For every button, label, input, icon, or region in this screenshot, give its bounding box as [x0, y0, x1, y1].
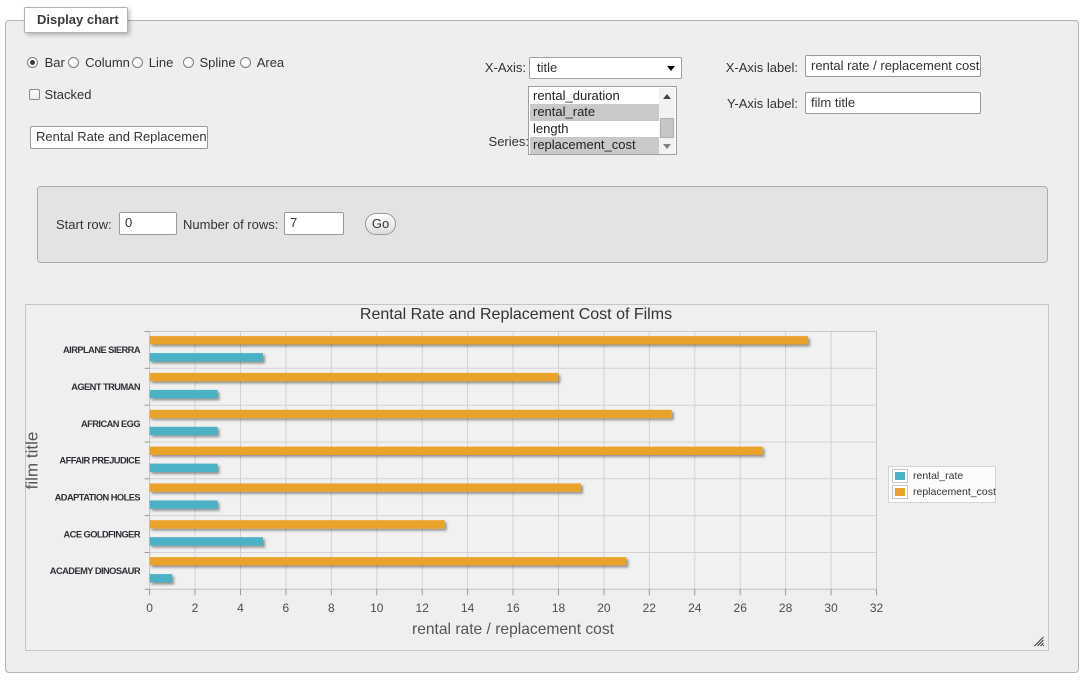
svg-text:4: 4 — [237, 601, 244, 615]
svg-text:14: 14 — [461, 601, 475, 615]
svg-text:ADAPTATION HOLES: ADAPTATION HOLES — [55, 492, 141, 502]
svg-text:6: 6 — [283, 601, 290, 615]
svg-text:22: 22 — [643, 601, 657, 615]
svg-text:ACE GOLDFINGER: ACE GOLDFINGER — [64, 529, 141, 539]
svg-text:rental_rate: rental_rate — [913, 470, 963, 482]
svg-text:rental rate / replacement cost: rental rate / replacement cost — [412, 621, 615, 638]
svg-text:Rental Rate and Replacement Co: Rental Rate and Replacement Cost of Film… — [360, 306, 672, 323]
svg-text:32: 32 — [870, 601, 884, 615]
svg-text:28: 28 — [779, 601, 793, 615]
svg-text:0: 0 — [146, 601, 153, 615]
svg-text:26: 26 — [734, 601, 748, 615]
svg-text:12: 12 — [416, 601, 430, 615]
svg-text:AFRICAN EGG: AFRICAN EGG — [81, 419, 140, 429]
svg-text:24: 24 — [688, 601, 702, 615]
svg-text:20: 20 — [597, 601, 611, 615]
svg-text:ACADEMY DINOSAUR: ACADEMY DINOSAUR — [50, 566, 141, 576]
svg-text:30: 30 — [824, 601, 838, 615]
svg-text:8: 8 — [328, 601, 335, 615]
svg-text:AGENT TRUMAN: AGENT TRUMAN — [71, 382, 141, 392]
svg-text:2: 2 — [192, 601, 199, 615]
svg-text:AFFAIR PREJUDICE: AFFAIR PREJUDICE — [59, 456, 140, 466]
svg-text:replacement_cost: replacement_cost — [913, 486, 996, 498]
svg-text:18: 18 — [552, 601, 566, 615]
svg-text:AIRPLANE SIERRA: AIRPLANE SIERRA — [63, 345, 141, 355]
svg-text:10: 10 — [370, 601, 384, 615]
svg-text:16: 16 — [506, 601, 520, 615]
